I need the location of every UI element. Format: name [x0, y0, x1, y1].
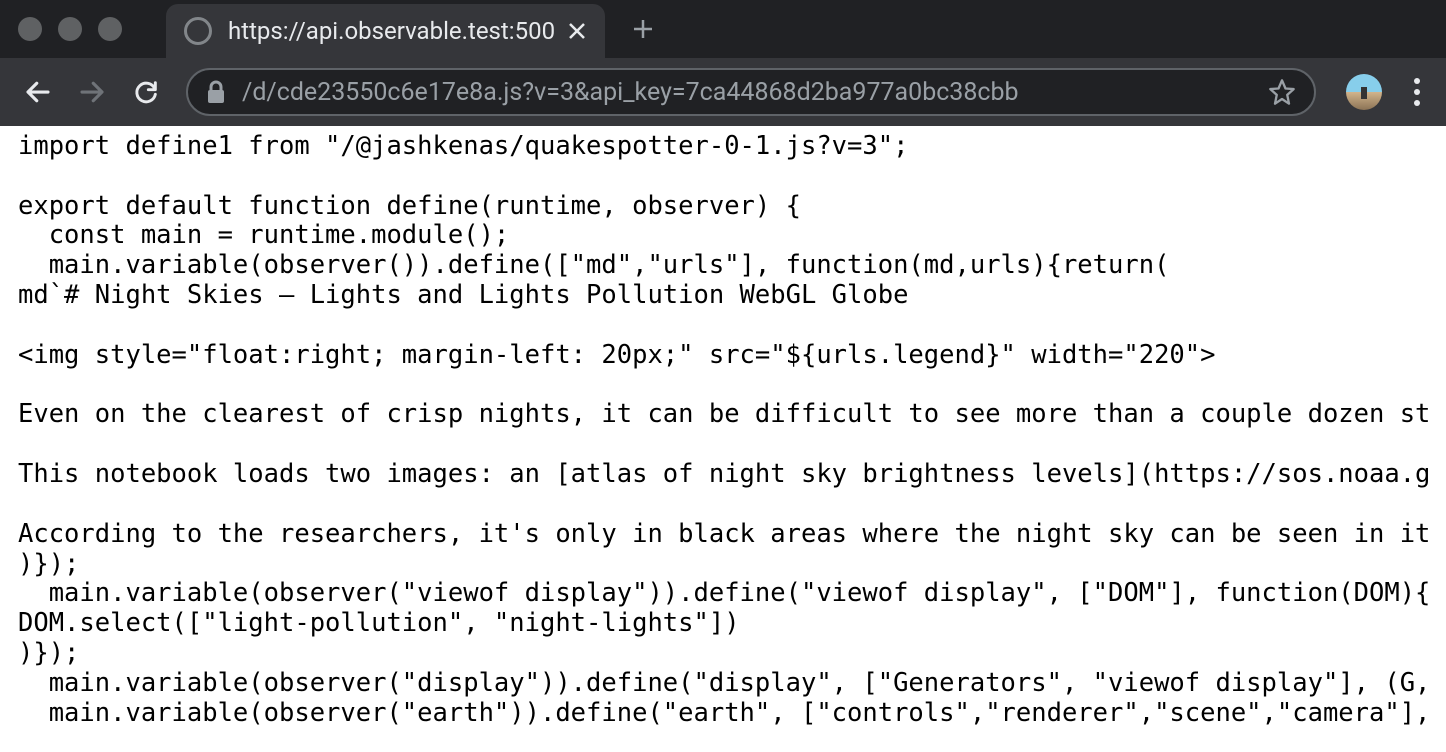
browser-chrome: https://api.observable.test:500 /d/cde23…	[0, 0, 1446, 126]
globe-icon	[184, 17, 212, 45]
code-line: DOM.select(["light-pollution", "night-li…	[18, 608, 740, 638]
code-line: <img style="float:right; margin-left: 20…	[18, 340, 1215, 370]
close-window-button[interactable]	[18, 17, 42, 41]
page-content: import define1 from "/@jashkenas/quakesp…	[0, 126, 1446, 752]
code-line: According to the researchers, it's only …	[18, 519, 1430, 549]
close-tab-icon[interactable]	[567, 21, 587, 41]
code-line: Even on the clearest of crisp nights, it…	[18, 399, 1430, 429]
code-line: )});	[18, 549, 79, 579]
profile-avatar[interactable]	[1346, 74, 1382, 110]
menu-button[interactable]	[1414, 78, 1420, 106]
navigation-bar: /d/cde23550c6e17e8a.js?v=3&api_key=7ca44…	[0, 58, 1446, 126]
tab-bar: https://api.observable.test:500	[0, 0, 1446, 58]
new-tab-button[interactable]	[631, 17, 655, 41]
code-line: main.variable(observer("viewof display")…	[18, 578, 1430, 608]
browser-tab[interactable]: https://api.observable.test:500	[166, 4, 605, 58]
window-controls	[18, 17, 122, 41]
code-line: )});	[18, 638, 79, 668]
maximize-window-button[interactable]	[98, 17, 122, 41]
code-line: This notebook loads two images: an [atla…	[18, 459, 1430, 489]
forward-button[interactable]	[72, 72, 112, 112]
code-line: md`# Night Skies — Lights and Lights Pol…	[18, 280, 908, 310]
address-bar[interactable]: /d/cde23550c6e17e8a.js?v=3&api_key=7ca44…	[186, 68, 1316, 116]
minimize-window-button[interactable]	[58, 17, 82, 41]
code-line: export default function define(runtime, …	[18, 191, 801, 221]
code-line: const main = runtime.module();	[18, 220, 509, 250]
code-line: main.variable(observer("earth")).define(…	[18, 698, 1430, 728]
reload-button[interactable]	[126, 72, 166, 112]
code-line: main.variable(observer()).define(["md","…	[18, 250, 1169, 280]
back-button[interactable]	[18, 72, 58, 112]
code-line: main.variable(observer("display")).defin…	[18, 668, 1430, 698]
bookmark-star-icon[interactable]	[1268, 78, 1296, 106]
tab-title: https://api.observable.test:500	[228, 17, 555, 45]
code-line: import define1 from "/@jashkenas/quakesp…	[18, 131, 908, 161]
lock-icon	[206, 80, 226, 104]
url-text: /d/cde23550c6e17e8a.js?v=3&api_key=7ca44…	[242, 78, 1258, 107]
